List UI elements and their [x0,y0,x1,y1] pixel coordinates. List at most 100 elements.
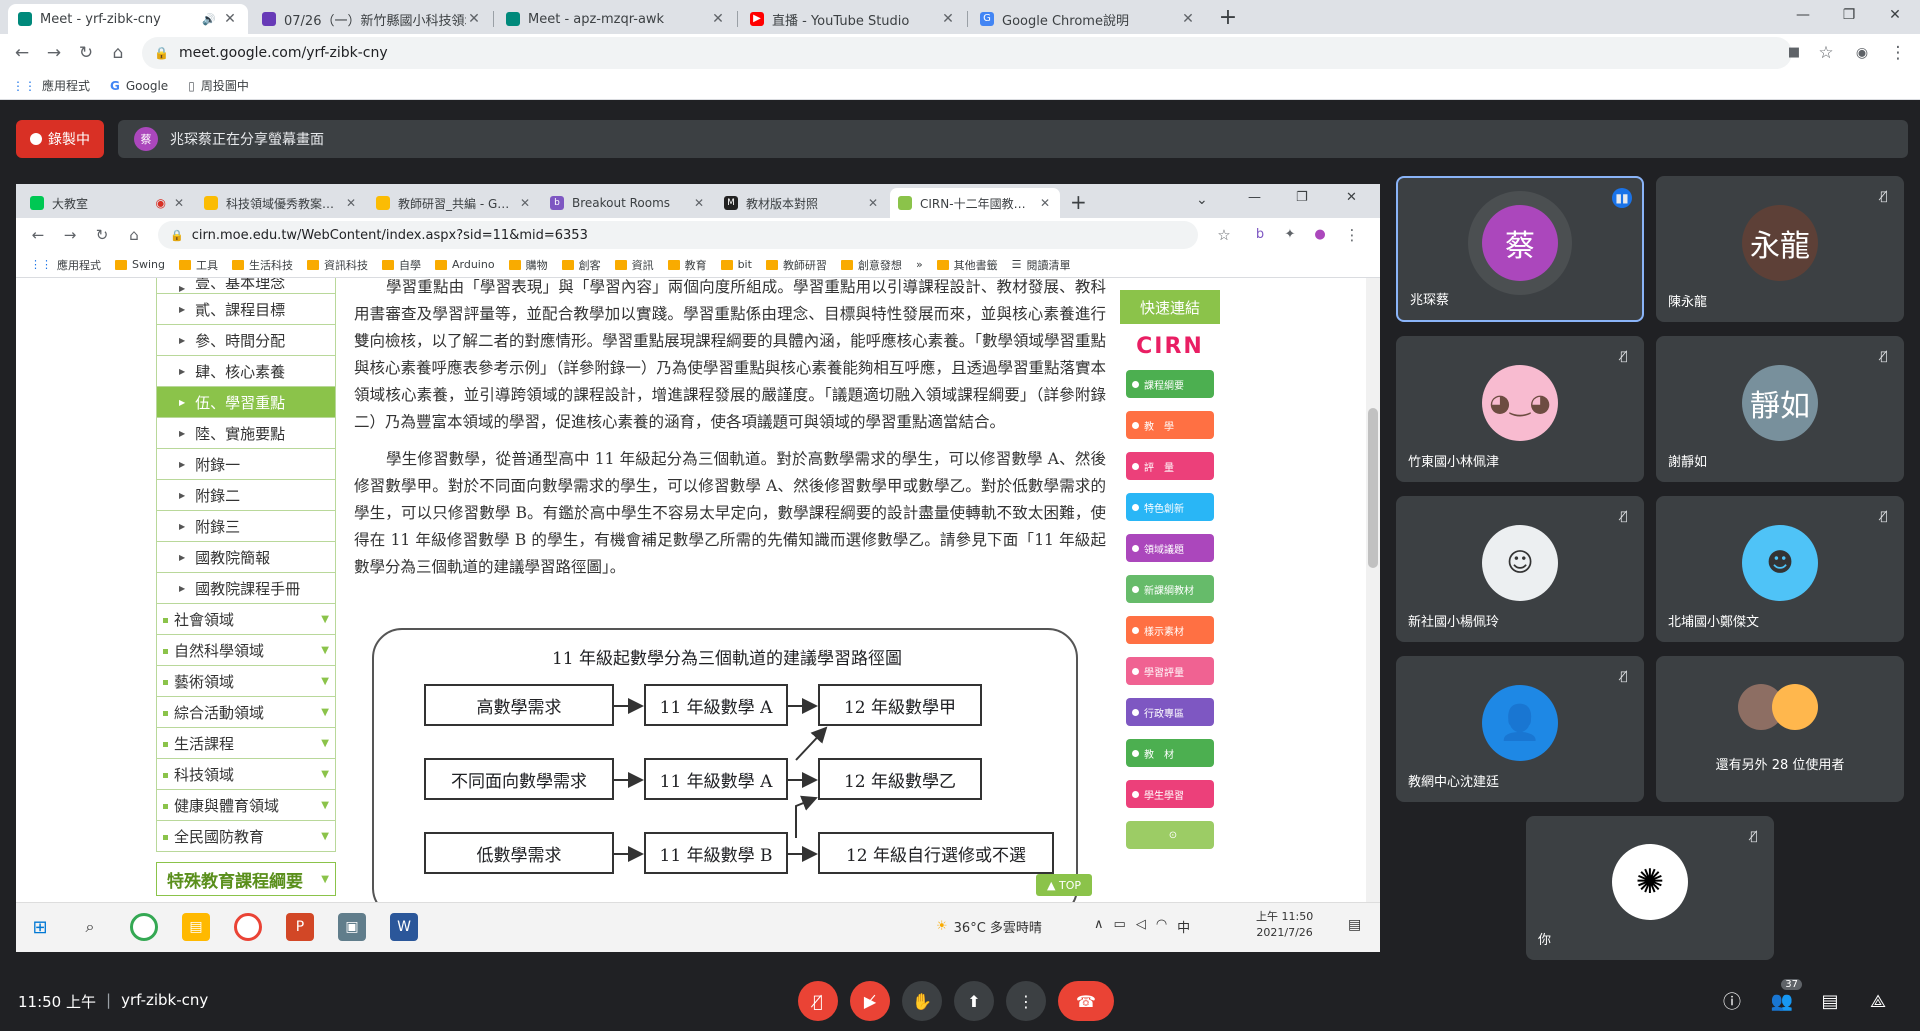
participant-avatar: 永龍 [1742,205,1818,281]
participant-tile[interactable]: ☺ 🎙̸ 新社國小楊佩玲 [1396,496,1644,642]
participant-tile-overflow[interactable]: 還有另外 28 位使用者 [1656,656,1904,802]
browser-tab-meet[interactable]: Meet - yrf-zibk-cny 🔊 ✕ [8,4,248,34]
camera-icon[interactable]: ■ [1780,39,1808,67]
chat-icon: ▤ [1821,990,1839,1012]
mic-off-icon: 🎙̸ [1880,509,1888,523]
triangle-icon: ▶ [179,335,186,345]
people-button[interactable]: 👥 37 [1766,979,1802,1017]
meet-favicon-icon [30,196,44,210]
back-button[interactable]: ← [8,39,36,67]
new-tab-icon: + [1070,190,1087,214]
close-icon[interactable]: ✕ [710,11,726,27]
chrome-icon-2 [234,913,262,941]
close-icon[interactable]: ✕ [1180,11,1196,27]
wifi-icon: ◠ [1155,917,1168,932]
close-icon: ✕ [519,196,531,210]
participant-tile[interactable]: 永龍 🎙̸ 陳永龍 [1656,176,1904,322]
shared-tab-active: CIRN-十二年國教… ✕ [890,188,1060,218]
quick-link: 領域議題 [1126,534,1214,562]
participant-tile[interactable]: 👤 🎙̸ 教網中心沈建廷 [1396,656,1644,802]
menu-icon: ⋮ [1344,226,1360,244]
close-icon[interactable]: ✕ [940,11,956,27]
chat-button[interactable]: ▤ [1814,985,1846,1017]
leave-call-button[interactable]: ☎ [1058,981,1114,1021]
bookmark-apps[interactable]: ⋮⋮ 應用程式 [12,77,90,94]
powerpoint-icon: P [286,913,314,941]
present-button[interactable]: ⬆ [954,981,994,1021]
word-icon: W [390,913,418,941]
shared-page: ▶ 壹、基本理念 ▶ 貳、課程目標 ▶ 參、時間分配 ▶ 肆、核心素養 ▶ 伍、學習重點 … [16,278,1380,902]
mic-off-icon: 🎙̸ [1880,189,1888,203]
nav-special-education: 特殊教育課程綱要 ▼ [156,862,336,896]
folder-icon [765,259,778,270]
browser-toolbar: ← → ↻ ⌂ 🔒 meet.google.com/yrf-zibk-cny ■… [0,34,1920,72]
close-icon[interactable]: ✕ [466,11,482,27]
page-scrollbar [1366,278,1380,902]
browser-tab-youtube[interactable]: ▶ 直播 - YouTube Studio ✕ [740,4,966,34]
nav-item: ▶ 參、時間分配 [156,325,336,356]
more-options-button[interactable]: ⋮ [1006,981,1046,1021]
new-tab-button[interactable]: + [1214,5,1242,33]
shared-tab: 科技領域優秀教案… ✕ [196,188,366,218]
cartoon-avatar-icon: ☻ [1742,525,1818,601]
speaker-icon: 🔊 [202,12,216,26]
close-icon[interactable]: ✕ [222,11,238,27]
camera-off-icon: ▶̸ [863,991,877,1011]
paragraph: 學生修習數學，從普通型高中 11 年級起分為三個軌道。對於高數學需求的學生，可以… [354,450,1106,576]
window-close-button[interactable]: ✕ [1872,0,1918,30]
folder-icon [179,259,191,270]
scroll-up-button: ⊙ [1126,821,1214,849]
meeting-info-button[interactable]: ⓘ [1716,985,1748,1017]
participant-tile[interactable]: ☻ 🎙̸ 北埔國小鄭傑文 [1656,496,1904,642]
mic-toggle-button[interactable]: 🎙̸ [798,981,838,1021]
google-icon: G [110,78,120,93]
bookmark: bit [720,258,752,271]
bookmark: 創客 [561,257,601,273]
browser-tab-event[interactable]: 07/26（一）新竹縣國小科技領域… ✕ [252,4,492,34]
slides-favicon-icon [376,196,390,210]
triangle-icon: ▶ [179,397,186,407]
participant-tile[interactable]: 靜如 🎙̸ 謝靜如 [1656,336,1904,482]
bookmark-google[interactable]: G Google [110,79,168,93]
triangle-icon: ▶ [179,304,186,314]
bookmark: 自學 [382,257,421,273]
folder-icon [232,259,244,270]
triangle-icon: ▶ [179,284,186,293]
grade12-box: 12 年級數學甲 [818,684,982,726]
nav-item-selected: ▶ 伍、學習重點 [156,387,336,418]
participant-tile[interactable]: ◕‿◕ 🎙̸ 竹東國小林佩津 [1396,336,1644,482]
chevron-down-icon: ▼ [321,873,329,885]
star-icon[interactable]: ☆ [1812,39,1840,67]
grade12-box: 12 年級數學乙 [818,758,982,800]
need-box: 低數學需求 [424,832,614,874]
browser-tab-meet2[interactable]: Meet - apz-mzqr-awk ✕ [496,4,736,34]
menu-icon[interactable]: ⋮ [1884,39,1912,67]
browser-tab-help[interactable]: G Google Chrome說明 ✕ [970,4,1206,34]
bookmark-school[interactable]: ▯ 周投圖中 [188,77,249,94]
activities-button[interactable]: ⟁ [1862,985,1894,1017]
reload-button[interactable]: ↻ [72,39,100,67]
quick-link: 行政專區 [1126,698,1214,726]
folder-icon [115,259,127,270]
forward-button[interactable]: → [40,39,68,67]
home-button[interactable]: ⌂ [104,39,132,67]
chevron-down-icon: ▼ [321,830,329,842]
profile-icon[interactable]: ◉ [1848,39,1876,67]
address-bar[interactable]: 🔒 meet.google.com/yrf-zibk-cny [142,37,1792,69]
mic-off-icon: 🎙̸ [1620,669,1628,683]
people-icon: 👥 [1770,990,1794,1012]
google-favicon-icon: G [980,12,994,26]
apps-grid-icon: ⋮⋮ [30,258,52,271]
mic-off-icon: 🎙̸ [813,991,823,1011]
maximize-button[interactable]: ❐ [1826,0,1872,30]
nav-category: 藝術領域 ▼ [156,666,336,697]
participant-tile-active[interactable]: 蔡 ▮▮ 兆琛蔡 [1396,176,1644,322]
camera-toggle-button[interactable]: ▶̸ [850,981,890,1021]
folder-icon [307,259,319,270]
back-to-top: ▲ TOP [1036,874,1092,896]
nav-item: ▶ 附錄一 [156,449,336,480]
maximize-icon: ❐ [1296,190,1308,205]
participant-tile-self[interactable]: ✺ 🎙̸ 你 [1526,816,1774,960]
minimize-button[interactable]: — [1780,0,1826,30]
raise-hand-button[interactable]: ✋ [902,981,942,1021]
